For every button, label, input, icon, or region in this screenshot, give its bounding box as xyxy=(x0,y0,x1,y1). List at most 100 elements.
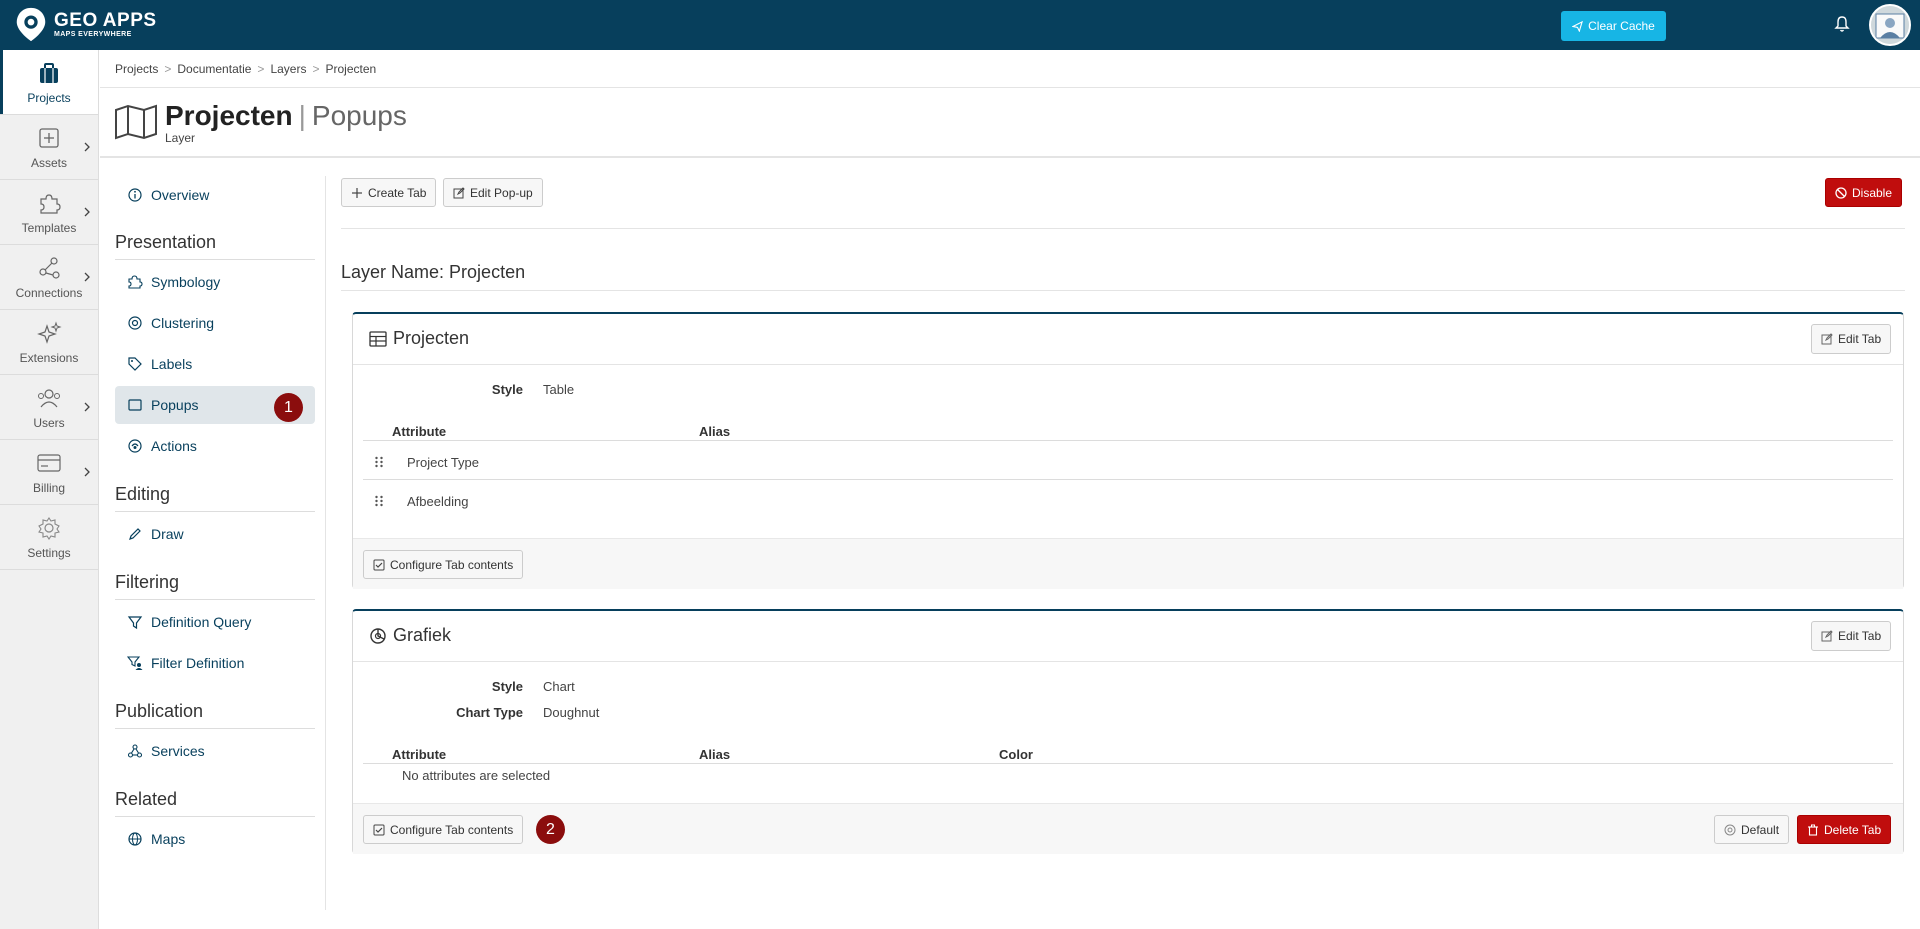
edit-tab-button[interactable]: Edit Tab xyxy=(1811,324,1892,354)
chevron-right-icon xyxy=(84,402,90,412)
menu-actions[interactable]: Actions xyxy=(115,427,315,465)
drag-handle-icon[interactable] xyxy=(373,494,385,508)
edit-icon xyxy=(1821,630,1833,642)
disable-label: Disable xyxy=(1852,185,1893,200)
user-avatar[interactable] xyxy=(1869,4,1911,46)
configure-tab-contents-button[interactable]: Configure Tab contents xyxy=(363,815,524,844)
edit-popup-button[interactable]: Edit Pop-up xyxy=(443,178,543,207)
nav-connections[interactable]: Connections xyxy=(0,245,98,310)
breadcrumb: Projects > Documentatie > Layers > Proje… xyxy=(115,62,376,76)
annotation-badge-2: 2 xyxy=(536,815,565,844)
drag-handle-icon[interactable] xyxy=(373,455,385,469)
breadcrumb-documentatie[interactable]: Documentatie xyxy=(177,62,251,76)
paper-plane-icon xyxy=(1572,20,1584,32)
menu-maps[interactable]: Maps xyxy=(115,820,315,858)
menu-clustering-label: Clustering xyxy=(151,315,215,331)
avatar-image xyxy=(1871,6,1909,44)
menu-overview[interactable]: Overview xyxy=(115,176,315,214)
nav-assets[interactable]: Assets xyxy=(0,115,98,180)
page-subtitle: Layer xyxy=(165,131,196,145)
nav-connections-label: Connections xyxy=(15,285,83,300)
default-button[interactable]: Default xyxy=(1714,815,1790,844)
delete-tab-button[interactable]: Delete Tab xyxy=(1797,815,1892,844)
edit-tab-label: Edit Tab xyxy=(1838,332,1882,346)
left-navigation: Projects Assets Templates Connections Ex… xyxy=(0,50,99,929)
filter-icon xyxy=(127,616,143,630)
clear-cache-label: Clear Cache xyxy=(1588,19,1655,33)
window-icon xyxy=(128,399,142,411)
pencil-icon xyxy=(129,528,141,540)
popup-tab-card-projecten: Projecten Edit Tab Style Table Attribute… xyxy=(352,312,1904,589)
chevron-right-icon xyxy=(84,272,90,282)
card-title: Projecten xyxy=(369,328,469,349)
credit-card-icon xyxy=(37,453,61,472)
table-header-line xyxy=(363,440,1893,441)
sparkles-icon xyxy=(37,320,62,344)
menu-filter-definition[interactable]: Filter Definition xyxy=(115,644,315,682)
nav-settings[interactable]: Settings xyxy=(0,505,98,570)
ban-icon xyxy=(1835,186,1847,199)
create-tab-button[interactable]: Create Tab xyxy=(341,178,437,207)
edit-icon xyxy=(1821,333,1833,345)
toolbar-divider xyxy=(341,228,1905,229)
menu-services[interactable]: Services xyxy=(115,732,315,770)
empty-attributes-message: No attributes are selected xyxy=(402,768,551,783)
card-title-label: Projecten xyxy=(393,328,470,348)
breadcrumb-current: Projecten xyxy=(325,62,377,76)
delete-tab-label: Delete Tab xyxy=(1824,822,1882,837)
style-label: Style xyxy=(491,382,523,397)
disable-button[interactable]: Disable xyxy=(1825,178,1903,207)
chart-type-label: Chart Type xyxy=(456,705,523,720)
section-editing: Editing xyxy=(115,484,315,512)
attribute-name: Project Type xyxy=(407,455,480,470)
column-header-alias: Alias xyxy=(699,424,731,439)
nav-assets-label: Assets xyxy=(30,155,67,170)
menu-draw[interactable]: Draw xyxy=(115,515,315,553)
menu-definition-query[interactable]: Definition Query xyxy=(115,603,315,641)
edit-popup-label: Edit Pop-up xyxy=(470,185,533,200)
briefcase-icon xyxy=(40,62,58,83)
menu-popups-label: Popups xyxy=(151,397,199,413)
section-presentation: Presentation xyxy=(115,232,315,260)
menu-actions-label: Actions xyxy=(151,438,197,454)
top-bar: GEO APPS MAPS EVERYWHERE Clear Cache xyxy=(0,0,1920,50)
edit-tab-button[interactable]: Edit Tab xyxy=(1811,621,1892,651)
edit-icon xyxy=(453,186,465,198)
table-icon xyxy=(369,330,387,347)
nav-extensions[interactable]: Extensions xyxy=(0,310,98,375)
column-header-attribute: Attribute xyxy=(392,747,447,762)
menu-labels[interactable]: Labels xyxy=(115,345,315,383)
nav-users[interactable]: Users xyxy=(0,375,98,440)
info-circle-icon xyxy=(128,188,142,202)
tag-icon xyxy=(128,357,142,371)
nav-billing-label: Billing xyxy=(32,480,65,495)
chevron-right-icon xyxy=(84,207,90,217)
menu-symbology-label: Symbology xyxy=(151,274,221,290)
menu-labels-label: Labels xyxy=(151,356,193,372)
puzzle-icon xyxy=(128,275,143,289)
folded-map-icon xyxy=(115,104,157,140)
configure-tab-contents-button[interactable]: Configure Tab contents xyxy=(363,550,524,579)
card-title-label: Grafiek xyxy=(393,625,452,645)
edit-tab-label: Edit Tab xyxy=(1838,629,1882,643)
card-footer: Configure Tab contents xyxy=(353,538,1903,589)
card-header: Grafiek Edit Tab xyxy=(353,611,1903,662)
nav-templates[interactable]: Templates xyxy=(0,180,98,245)
side-menu-divider xyxy=(325,176,326,910)
map-pin-logo-icon xyxy=(16,7,46,42)
bell-icon[interactable] xyxy=(1834,15,1850,33)
nav-projects-label: Projects xyxy=(27,90,71,105)
nav-billing[interactable]: Billing xyxy=(0,440,98,505)
breadcrumb-layers[interactable]: Layers xyxy=(270,62,306,76)
clear-cache-button[interactable]: Clear Cache xyxy=(1561,11,1666,41)
check-square-icon xyxy=(373,824,385,835)
geo-apps-logo[interactable]: GEO APPS MAPS EVERYWHERE xyxy=(12,5,157,43)
style-value: Table xyxy=(543,382,575,397)
page-title: Projecten | Popups xyxy=(165,100,407,132)
menu-symbology[interactable]: Symbology xyxy=(115,263,315,301)
services-icon xyxy=(127,744,143,758)
menu-draw-label: Draw xyxy=(151,526,184,542)
menu-clustering[interactable]: Clustering xyxy=(115,304,315,342)
breadcrumb-projects[interactable]: Projects xyxy=(115,62,158,76)
nav-projects[interactable]: Projects xyxy=(0,50,98,115)
